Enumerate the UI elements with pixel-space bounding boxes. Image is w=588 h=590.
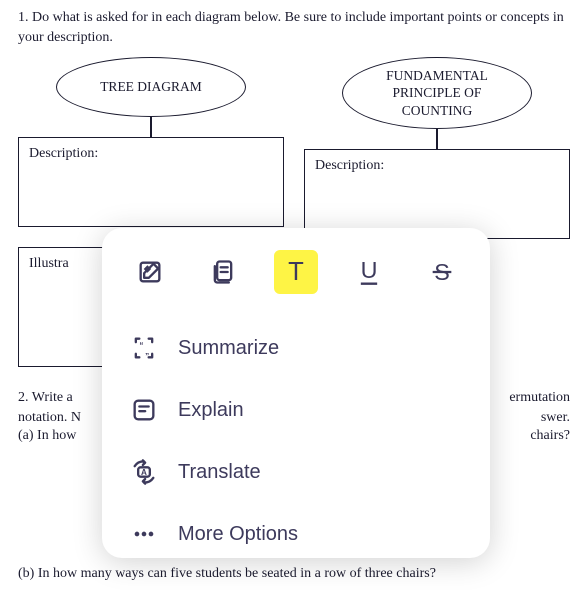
edit-icon (136, 258, 164, 286)
copy-icon (209, 258, 237, 286)
svg-text:U: U (361, 257, 378, 283)
summarize-item[interactable]: “ „ Summarize (122, 320, 470, 376)
translate-label: Translate (178, 461, 261, 484)
fundamental-description-box[interactable]: Description: (304, 149, 570, 239)
connector-line (150, 117, 152, 137)
svg-text:T: T (288, 258, 304, 286)
more-options-item[interactable]: More Options (122, 506, 470, 562)
tree-description-box[interactable]: Description: (18, 137, 284, 227)
context-menu-popup: T U S “ „ (102, 228, 490, 558)
more-icon (128, 518, 160, 550)
explain-item[interactable]: Explain (122, 382, 470, 438)
summarize-label: Summarize (178, 337, 279, 360)
explain-icon (128, 394, 160, 426)
highlight-button[interactable]: T (274, 250, 318, 294)
more-options-label: More Options (178, 523, 298, 546)
summarize-icon: “ „ (128, 332, 160, 364)
highlight-icon: T (282, 256, 310, 288)
svg-text:A: A (141, 468, 147, 477)
translate-item[interactable]: A Translate (122, 444, 470, 500)
tree-diagram-title: TREE DIAGRAM (56, 57, 246, 117)
strikethrough-icon: S (428, 256, 456, 288)
connector-line (436, 129, 438, 149)
underline-icon: U (355, 256, 383, 288)
underline-button[interactable]: U (347, 250, 391, 294)
popup-menu-list: “ „ Summarize Explain (122, 312, 470, 562)
svg-text:„: „ (145, 347, 149, 356)
illustration-label: Illustra (29, 256, 69, 271)
strikethrough-button[interactable]: S (420, 250, 464, 294)
question-2b-text: (b) In how many ways can five students b… (0, 564, 588, 582)
copy-button[interactable] (201, 250, 245, 294)
description-label: Description: (29, 146, 98, 161)
translate-icon: A (128, 456, 160, 488)
popup-toolbar: T U S (122, 246, 470, 312)
svg-text:“: “ (139, 341, 143, 350)
question-1-text: 1. Do what is asked for in each diagram … (0, 0, 588, 47)
fundamental-principle-title: FUNDAMENTAL PRINCIPLE OF COUNTING (342, 57, 532, 129)
explain-label: Explain (178, 399, 244, 422)
description-label: Description: (315, 158, 384, 173)
edit-button[interactable] (128, 250, 172, 294)
